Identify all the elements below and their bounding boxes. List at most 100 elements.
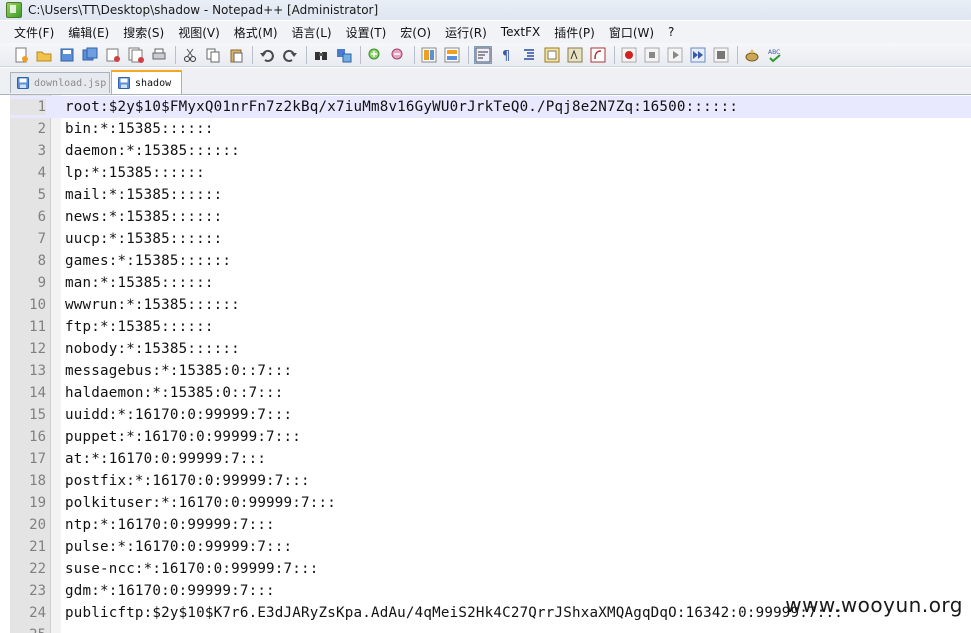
- line-text: gdm:*:16170:0:99999:7:::: [65, 583, 275, 599]
- copy-button[interactable]: [204, 46, 222, 64]
- menu-search[interactable]: 搜索(S): [116, 24, 171, 41]
- new-file-button[interactable]: [12, 46, 30, 64]
- line-text: publicftp:$2y$10$K7r6.E3dJARyZsKpa.AdAu/…: [65, 605, 844, 621]
- toolbar-separator: [468, 45, 469, 64]
- cut-button[interactable]: [181, 46, 199, 64]
- line-text: ftp:*:15385::::::: [65, 319, 214, 335]
- editor-line[interactable]: 14 haldaemon:*:15385:0::7:::: [10, 382, 971, 404]
- editor-line[interactable]: 10 wwwrun:*:15385::::::: [10, 294, 971, 316]
- sync-horizontal-button[interactable]: [443, 46, 461, 64]
- redo-icon: [283, 49, 297, 62]
- save-macro-button[interactable]: [712, 46, 730, 64]
- play-macro-button[interactable]: [666, 46, 684, 64]
- redo-button[interactable]: [281, 46, 299, 64]
- editor-lines: 1 root:$2y$10$FMyxQ01nrFn7z2kBq/x7iuMm8v1…: [10, 96, 971, 633]
- line-number: 1: [10, 99, 46, 115]
- menu-view[interactable]: 视图(V): [171, 24, 227, 41]
- paste-button[interactable]: [227, 46, 245, 64]
- save-button[interactable]: [58, 46, 76, 64]
- editor-line[interactable]: 21 pulse:*:16170:0:99999:7:::: [10, 536, 971, 558]
- paste-icon: [230, 49, 243, 62]
- menu-edit[interactable]: 编辑(E): [61, 24, 116, 41]
- menu-macro[interactable]: 宏(O): [393, 24, 438, 41]
- editor-line[interactable]: 25: [10, 624, 971, 633]
- editor-line[interactable]: 6 news:*:15385::::::: [10, 206, 971, 228]
- line-number: 11: [29, 319, 46, 335]
- editor-line[interactable]: 5 mail:*:15385::::::: [10, 184, 971, 206]
- menu-language[interactable]: 语言(L): [285, 24, 339, 41]
- line-number: 6: [37, 209, 46, 225]
- tab-label: download.jsp: [34, 77, 107, 89]
- zoom-in-button[interactable]: [366, 46, 384, 64]
- editor-line[interactable]: 13 messagebus:*:15385:0::7:::: [10, 360, 971, 382]
- stop-macro-button[interactable]: [643, 46, 661, 64]
- new-file-icon: [15, 47, 28, 62]
- function-list-button[interactable]: [589, 46, 607, 64]
- open-file-button[interactable]: [35, 46, 53, 64]
- editor-line[interactable]: 22 suse-ncc:*:16170:0:99999:7:::: [10, 558, 971, 580]
- close-button[interactable]: [104, 46, 122, 64]
- show-all-chars-button[interactable]: ¶: [497, 46, 515, 64]
- tab-bar: download.jsp shadow: [0, 68, 971, 95]
- editor-line[interactable]: 1 root:$2y$10$FMyxQ01nrFn7z2kBq/x7iuMm8v1…: [10, 96, 971, 118]
- tab-shadow[interactable]: shadow: [111, 70, 182, 94]
- close-all-button[interactable]: [127, 46, 145, 64]
- editor-line[interactable]: 15 uuidd:*:16170:0:99999:7:::: [10, 404, 971, 426]
- line-number: 16: [29, 429, 46, 445]
- editor[interactable]: 1 root:$2y$10$FMyxQ01nrFn7z2kBq/x7iuMm8v1…: [10, 95, 971, 633]
- menu-textfx[interactable]: TextFX: [494, 25, 547, 39]
- menu-plugins[interactable]: 插件(P): [547, 24, 602, 41]
- editor-line[interactable]: 16 puppet:*:16170:0:99999:7:::: [10, 426, 971, 448]
- line-number: 9: [37, 275, 46, 291]
- sync-vertical-button[interactable]: [420, 46, 438, 64]
- run-macro-multiple-button[interactable]: [689, 46, 707, 64]
- tab-download-jsp[interactable]: download.jsp: [10, 72, 110, 93]
- editor-line[interactable]: 2 bin:*:15385::::::: [10, 118, 971, 140]
- word-wrap-button[interactable]: [474, 45, 492, 64]
- user-lang-button[interactable]: [543, 46, 561, 64]
- line-number: 2: [37, 121, 46, 137]
- line-number: 21: [29, 539, 46, 555]
- menu-run[interactable]: 运行(R): [438, 24, 494, 41]
- open-file-icon: [36, 51, 52, 61]
- doc-map-button[interactable]: [566, 46, 584, 64]
- editor-line[interactable]: 9 man:*:15385::::::: [10, 272, 971, 294]
- print-button[interactable]: [150, 46, 168, 64]
- editor-line[interactable]: 12 nobody:*:15385::::::: [10, 338, 971, 360]
- replace-button[interactable]: [335, 46, 353, 64]
- editor-line[interactable]: 4 lp:*:15385::::::: [10, 162, 971, 184]
- line-text: news:*:15385::::::: [65, 209, 223, 225]
- editor-line[interactable]: 8 games:*:15385::::::: [10, 250, 971, 272]
- editor-line[interactable]: 7 uucp:*:15385::::::: [10, 228, 971, 250]
- notepad-plus-plus-icon: [6, 2, 22, 18]
- line-text: daemon:*:15385::::::: [65, 143, 240, 159]
- menu-file[interactable]: 文件(F): [0, 24, 61, 41]
- menu-window[interactable]: 窗口(W): [602, 24, 661, 41]
- plugin-icon: [745, 48, 759, 61]
- menu-settings[interactable]: 设置(T): [339, 24, 394, 41]
- menu-format[interactable]: 格式(M): [227, 24, 285, 41]
- find-button[interactable]: [312, 46, 330, 64]
- line-number: 12: [29, 341, 46, 357]
- editor-line[interactable]: 11 ftp:*:15385::::::: [10, 316, 971, 338]
- close-all-icon: [128, 47, 144, 63]
- line-number: 4: [37, 165, 46, 181]
- line-number: 18: [29, 473, 46, 489]
- undo-button[interactable]: [258, 46, 276, 64]
- toolbar-separator: [175, 45, 176, 64]
- spell-check-button[interactable]: ABC: [766, 46, 784, 64]
- editor-line[interactable]: 18 postfix:*:16170:0:99999:7:::: [10, 470, 971, 492]
- editor-line[interactable]: 17 at:*:16170:0:99999:7:::: [10, 448, 971, 470]
- editor-line[interactable]: 19 polkituser:*:16170:0:99999:7:::: [10, 492, 971, 514]
- menu-help[interactable]: ?: [661, 25, 681, 39]
- plugin-button[interactable]: [743, 46, 761, 64]
- line-number: 7: [37, 231, 46, 247]
- save-all-button[interactable]: [81, 46, 99, 64]
- zoom-out-button[interactable]: [389, 46, 407, 64]
- line-text: pulse:*:16170:0:99999:7:::: [65, 539, 293, 555]
- record-macro-button[interactable]: [620, 46, 638, 64]
- indent-guide-button[interactable]: [520, 46, 538, 64]
- editor-line[interactable]: 20 ntp:*:16170:0:99999:7:::: [10, 514, 971, 536]
- line-text: haldaemon:*:15385:0::7:::: [65, 385, 284, 401]
- editor-line[interactable]: 3 daemon:*:15385::::::: [10, 140, 971, 162]
